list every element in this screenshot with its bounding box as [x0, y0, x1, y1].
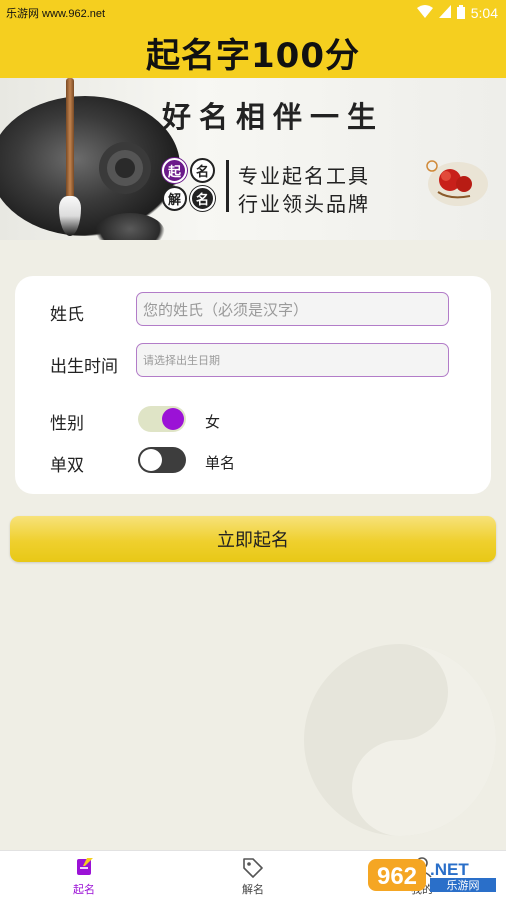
- site-watermark-text: 乐游网 www.962.net: [6, 8, 106, 20]
- banner-tagline-1: 专业起名工具: [238, 164, 370, 188]
- generate-name-button[interactable]: 立即起名: [10, 516, 496, 562]
- status-bar: 乐游网 www.962.net 5:04: [0, 0, 506, 26]
- toggle-knob: [140, 449, 162, 471]
- app-title: 起名字100分: [146, 35, 360, 76]
- seal-ming: 名: [190, 158, 215, 183]
- nav-label-jieming: 解名: [242, 883, 264, 896]
- banner-divider: [226, 160, 229, 212]
- wifi-icon: [416, 5, 433, 21]
- gender-toggle[interactable]: [138, 406, 186, 432]
- single-double-toggle[interactable]: [138, 447, 186, 473]
- gender-value: 女: [205, 413, 221, 431]
- birth-date-picker[interactable]: 请选择出生日期: [136, 343, 449, 377]
- gender-label: 性别: [50, 414, 84, 434]
- toggle-knob: [162, 408, 184, 430]
- brush-handle-image: [66, 78, 74, 198]
- site-watermark-logo: 962 .NET 乐游网: [366, 855, 500, 895]
- tag-icon: [243, 858, 263, 878]
- watermark-net: .NET: [430, 860, 469, 879]
- birth-time-label: 出生时间: [50, 357, 118, 377]
- single-double-label: 单双: [50, 456, 84, 476]
- single-double-value: 单名: [205, 454, 236, 472]
- nav-item-qiming[interactable]: 起名: [24, 851, 144, 900]
- status-time: 5:04: [470, 5, 498, 21]
- surname-input[interactable]: 您的姓氏（必须是汉字）: [136, 292, 449, 326]
- battery-icon: [456, 4, 465, 22]
- banner-tagline-2: 行业领头品牌: [238, 192, 370, 216]
- seal-ming-2: 名: [190, 186, 215, 211]
- watermark-number: 962: [377, 863, 417, 890]
- app-header: 起名字100分: [0, 26, 506, 78]
- flower-decoration-image: [426, 160, 488, 206]
- yin-yang-watermark-image: [304, 644, 496, 836]
- ink-stone-round-image: [99, 142, 151, 194]
- signal-icon: [438, 5, 451, 21]
- nav-item-jieming[interactable]: 解名: [193, 851, 313, 900]
- name-form-card: 姓氏 您的姓氏（必须是汉字） 出生时间 请选择出生日期 性别 女 单双 单名: [15, 276, 491, 494]
- seal-qi: 起: [162, 158, 187, 183]
- seal-jie: 解: [162, 186, 187, 211]
- banner-slogan: 好名相伴一生: [162, 100, 385, 134]
- nav-label-qiming: 起名: [73, 883, 95, 896]
- seal-group: 起 名 解 名: [162, 158, 218, 214]
- surname-label: 姓氏: [50, 305, 84, 325]
- watermark-site: 乐游网: [447, 879, 480, 892]
- edit-icon: [77, 858, 93, 875]
